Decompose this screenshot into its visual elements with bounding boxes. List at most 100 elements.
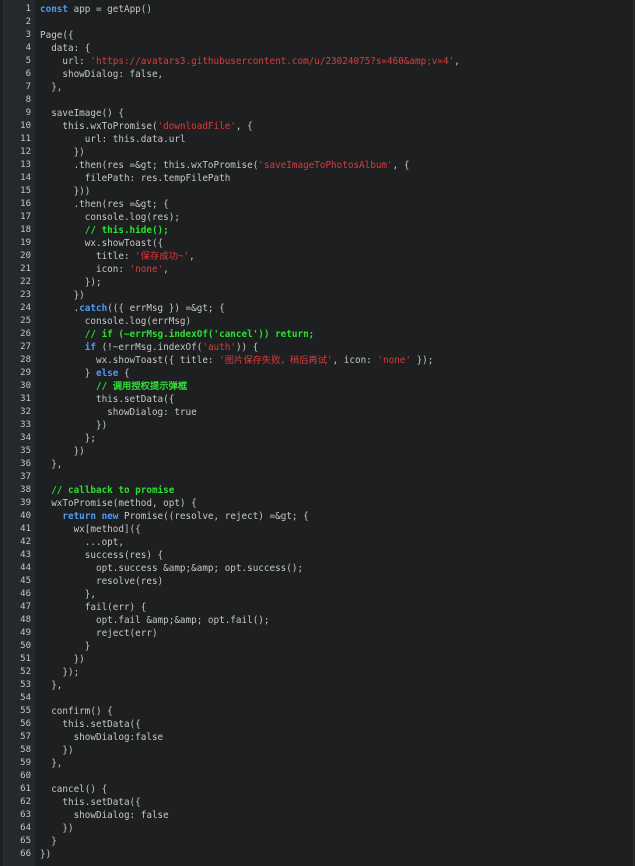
code-line: 58 }) [4, 744, 633, 757]
code-token: wx[method]({ [40, 524, 141, 535]
code-token: confirm() { [40, 706, 113, 717]
code-token: 'auth' [202, 342, 236, 353]
line-number: 50 [20, 641, 31, 651]
code-token: Page({ [40, 30, 74, 41]
code-line: 17 console.log(res); [4, 211, 633, 224]
line-number: 39 [20, 498, 31, 508]
code-token: }) [40, 849, 52, 860]
code-line: 13 .then(res =&gt; this.wxToPromise('sav… [4, 159, 633, 172]
line-number: 53 [20, 680, 31, 690]
line-number: 8 [25, 95, 31, 105]
line-number: 63 [20, 810, 31, 820]
code-text: this.setData({ [40, 393, 174, 406]
line-number: 29 [20, 368, 31, 378]
code-text: saveImage() { [40, 107, 124, 120]
code-line: 1 const app = getApp() [4, 3, 633, 16]
code-line: 38 // callback to promise [4, 484, 633, 497]
code-token: ...opt, [40, 537, 124, 548]
line-number: 64 [20, 823, 31, 833]
code-line: 45 resolve(res) [4, 575, 633, 588]
code-line: 16 .then(res =&gt; { [4, 198, 633, 211]
code-token: Promise((resolve, reject) =&gt; { [118, 511, 309, 522]
code-token: (!~errMsg.indexOf( [95, 342, 203, 353]
code-line: 12 }) [4, 146, 633, 159]
code-token: }, [40, 758, 63, 769]
code-token: } [40, 368, 96, 379]
code-token: }); [40, 277, 102, 288]
code-token: } [40, 836, 57, 847]
code-token: icon: [40, 264, 130, 275]
code-token: }) [40, 147, 85, 158]
code-token: 'saveImageToPhotosAlbum' [258, 160, 393, 171]
code-text: console.log(res); [40, 211, 180, 224]
code-text: })) [40, 185, 91, 198]
line-number: 55 [20, 706, 31, 716]
code-token: opt.success &amp;&amp; opt.success(); [40, 563, 304, 574]
code-token: }) [40, 654, 85, 665]
code-text: opt.success &amp;&amp; opt.success(); [40, 562, 303, 575]
code-token: saveImage() { [40, 108, 124, 119]
code-text: }) [40, 445, 85, 458]
line-number: 21 [20, 264, 31, 274]
code-line: 52 }); [4, 666, 633, 679]
line-number: 51 [20, 654, 31, 664]
line-number: 4 [25, 43, 31, 53]
line-number: 27 [20, 342, 31, 352]
code-token: })) [40, 186, 91, 197]
code-text: }, [40, 757, 62, 770]
code-token: resolve(res) [40, 576, 164, 587]
line-number: 54 [20, 693, 31, 703]
code-text: this.setData({ [40, 718, 140, 731]
code-token: wx.showToast({ [40, 238, 164, 249]
code-text: }) [40, 848, 51, 861]
code-text: const app = getApp() [40, 3, 152, 16]
line-number: 6 [25, 69, 31, 79]
code-editor[interactable]: 1 const app = getApp() 2 3 Page({4 data: {5 … [3, 0, 634, 866]
code-token: showDialog: true [40, 407, 197, 418]
code-text: // if (~errMsg.indexOf('cancel')) return… [40, 328, 315, 341]
line-number: 44 [20, 563, 31, 573]
code-text: } [40, 640, 91, 653]
code-token: // callback to promise [40, 485, 175, 496]
code-token: showDialog:false [40, 732, 164, 743]
code-line: 47 fail(err) { [4, 601, 633, 614]
code-line: 56 this.setData({ [4, 718, 633, 731]
code-text: if (!~errMsg.indexOf('auth')) { [40, 341, 259, 354]
code-token: // if (~errMsg.indexOf('cancel')) return… [40, 329, 315, 340]
code-token: '保存成功~' [135, 251, 190, 262]
code-line: 34 }; [4, 432, 633, 445]
code-line: 39 wxToPromise(method, opt) { [4, 497, 633, 510]
code-text: ...opt, [40, 536, 124, 549]
code-token: cancel() { [40, 784, 108, 795]
line-number: 66 [20, 849, 31, 859]
line-number: 16 [20, 199, 31, 209]
code-token: title: [40, 251, 136, 262]
code-text: // callback to promise [40, 484, 174, 497]
code-line: 5 url: 'https://avatars3.githubuserconte… [4, 55, 633, 68]
code-text: // this.hide(); [40, 224, 169, 237]
code-text: .catch(({ errMsg }) =&gt; { [40, 302, 225, 315]
code-text: confirm() { [40, 705, 113, 718]
code-text: return new Promise((resolve, reject) =&g… [40, 510, 309, 523]
code-token: data: { [40, 43, 91, 54]
code-line: 62 this.setData({ [4, 796, 633, 809]
code-line: 53 }, [4, 679, 633, 692]
code-line: 65 } [4, 835, 633, 848]
line-number: 60 [20, 771, 31, 781]
code-text: this.setData({ [40, 796, 140, 809]
code-token: . [40, 303, 80, 314]
code-text: }) [40, 146, 85, 159]
code-text: }) [40, 653, 85, 666]
code-token: , [163, 264, 169, 275]
code-line: 20 title: '保存成功~', [4, 250, 633, 263]
code-line: 21 icon: 'none', [4, 263, 633, 276]
code-line: 37 [4, 471, 633, 484]
code-line: 23 }) [4, 289, 633, 302]
line-number: 61 [20, 784, 31, 794]
code-token: showDialog: false [40, 810, 169, 821]
line-number: 43 [20, 550, 31, 560]
line-number: 36 [20, 459, 31, 469]
code-token: catch [79, 303, 108, 314]
code-text: fail(err) { [40, 601, 147, 614]
code-token: filePath: res.tempFilePath [40, 173, 231, 184]
